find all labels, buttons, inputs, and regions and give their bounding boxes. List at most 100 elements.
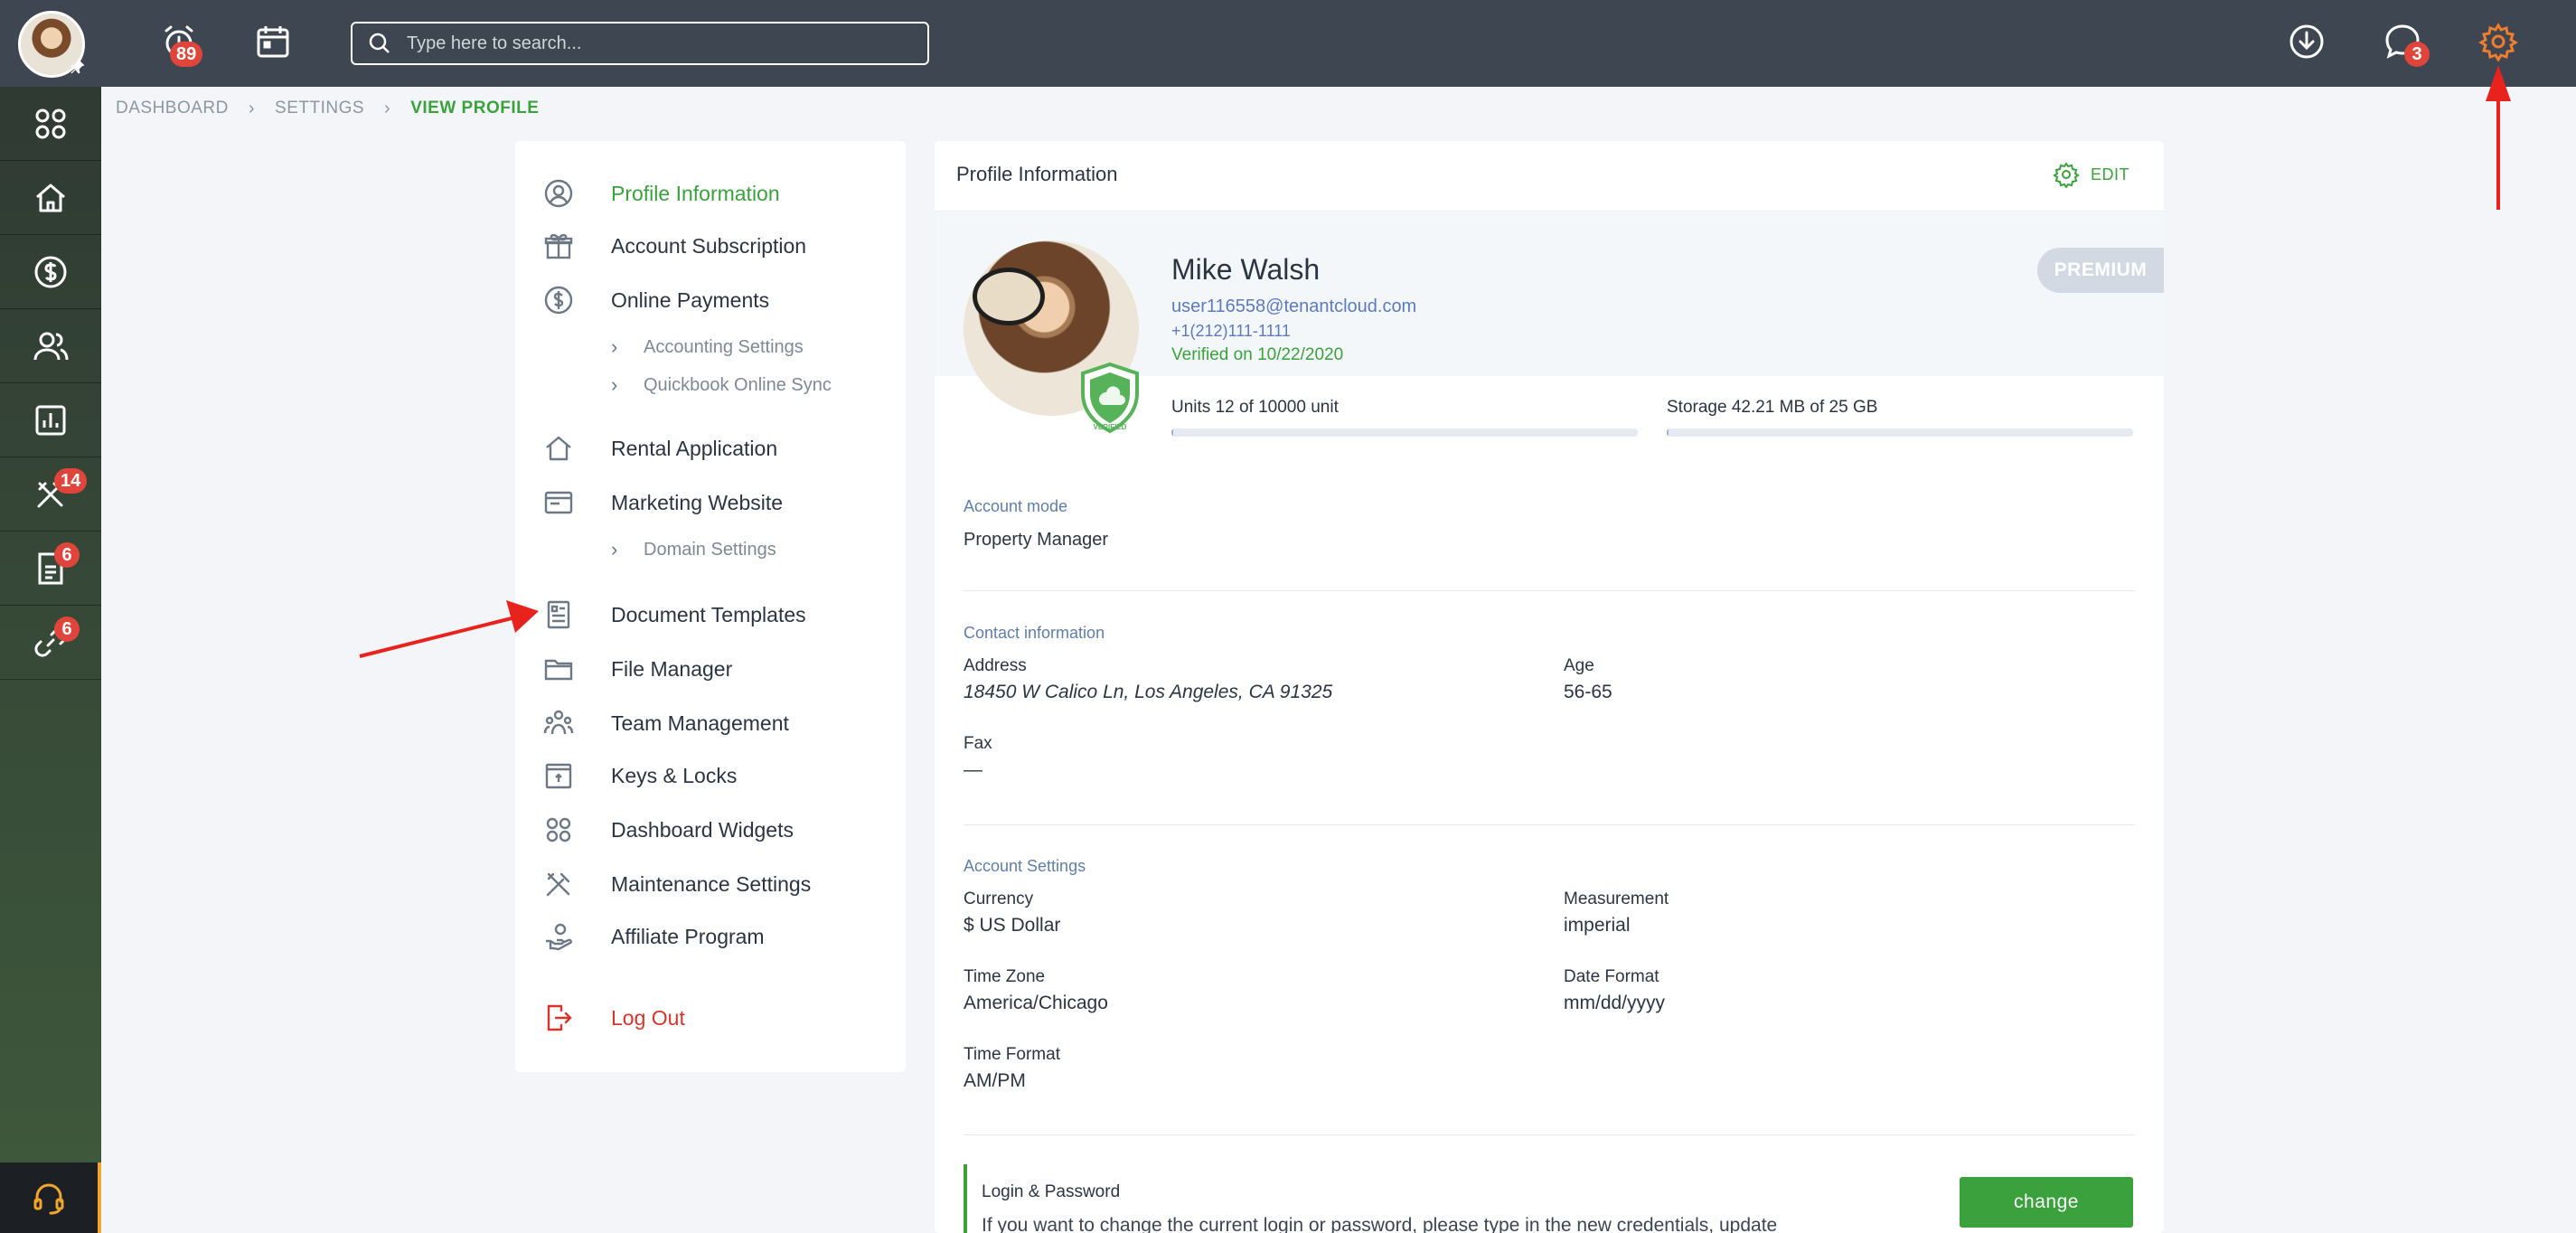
browser-window-icon: [544, 491, 573, 514]
rail-payments[interactable]: [0, 235, 101, 309]
profile-email[interactable]: user116558@tenantcloud.com: [1171, 296, 1416, 317]
grid-icon: [35, 108, 66, 138]
edit-button[interactable]: EDIT: [2053, 161, 2129, 188]
nav-rental-application[interactable]: Rental Application: [515, 430, 906, 466]
gift-icon: [544, 233, 573, 259]
rail-maintenance[interactable]: 14: [0, 457, 101, 532]
bar-chart-icon: [35, 405, 66, 435]
nav-maintenance-settings[interactable]: Maintenance Settings: [515, 866, 906, 902]
chevron-right-icon: ›: [611, 335, 618, 358]
rail-documents[interactable]: 6: [0, 532, 101, 606]
breadcrumb-settings[interactable]: SETTINGS: [275, 99, 364, 118]
messages-button[interactable]: 3: [2379, 18, 2430, 67]
breadcrumb-dashboard[interactable]: DASHBOARD: [116, 99, 229, 118]
nav-document-templates[interactable]: Document Templates: [515, 597, 906, 633]
nav-keys-locks[interactable]: Keys & Locks: [515, 758, 906, 794]
user-circle-icon: [544, 179, 573, 208]
rail-people[interactable]: [0, 309, 101, 383]
address-label: Address: [964, 656, 1027, 675]
measurement-value: imperial: [1564, 915, 1631, 936]
units-progress: [1171, 428, 1638, 437]
settings-button[interactable]: [2475, 18, 2522, 65]
age-value: 56-65: [1564, 682, 1612, 702]
nav-team-management[interactable]: Team Management: [515, 705, 906, 741]
hand-coin-icon: [546, 923, 573, 951]
chevron-right-icon: ›: [611, 538, 618, 560]
storage-label: Storage 42.21 MB of 25 GB: [1667, 398, 1878, 417]
fax-value: —: [964, 759, 982, 780]
search-input[interactable]: Type here to search...: [351, 22, 929, 65]
time-format-label: Time Format: [964, 1045, 1060, 1064]
nav-file-manager[interactable]: File Manager: [515, 651, 906, 687]
breadcrumb-separator: ›: [248, 98, 256, 118]
address-value: 18450 W Calico Ln, Los Angeles, CA 91325: [964, 682, 1333, 702]
storage-progress-fill: [1667, 428, 1669, 437]
headset-icon: [33, 1183, 64, 1215]
links-badge: 6: [54, 616, 80, 642]
download-button[interactable]: [2283, 18, 2330, 65]
dollar-circle-icon: [34, 256, 67, 287]
rail-properties[interactable]: [0, 161, 101, 235]
nav-dashboard-widgets[interactable]: Dashboard Widgets: [515, 812, 906, 848]
login-password-section: Login & Password If you want to change t…: [964, 1164, 2135, 1233]
chevron-right-icon: ›: [611, 373, 618, 396]
age-label: Age: [1564, 656, 1594, 675]
rail-reports[interactable]: [0, 383, 101, 457]
home-icon: [546, 436, 571, 461]
nav-profile-information[interactable]: Profile Information: [515, 175, 906, 212]
shield-label: VERIFIED: [1094, 423, 1127, 431]
card-title: Profile Information: [956, 163, 1118, 185]
timezone-label: Time Zone: [964, 967, 1046, 986]
fax-label: Fax: [964, 734, 992, 753]
maintenance-badge: 14: [54, 468, 88, 494]
breadcrumb: DASHBOARD › SETTINGS › VIEW PROFILE: [116, 94, 539, 123]
rail-links[interactable]: 6: [0, 606, 101, 680]
arrow-to-document-templates: [359, 600, 539, 658]
settings-nav: Profile Information Account Subscription…: [515, 141, 906, 1072]
reminders-button[interactable]: 89: [155, 18, 203, 67]
documents-badge: 6: [54, 542, 80, 568]
measurement-label: Measurement: [1564, 889, 1669, 908]
pin-icon: [69, 58, 89, 78]
profile-name: Mike Walsh: [1171, 253, 1321, 286]
login-description: If you want to change the current login …: [982, 1215, 1778, 1233]
nav-affiliate-program[interactable]: Affiliate Program: [515, 918, 906, 955]
rail-dashboard[interactable]: [0, 87, 101, 161]
arrow-to-settings: [2486, 65, 2511, 210]
users-icon: [33, 332, 69, 360]
profile-phone[interactable]: +1(212)111-1111: [1171, 322, 1291, 341]
cloud-download-icon: [2289, 24, 2324, 59]
support-button[interactable]: [0, 1162, 101, 1233]
nav-online-payments[interactable]: Online Payments: [515, 282, 906, 318]
account-mode-value: Property Manager: [964, 530, 1109, 550]
currency-value: $ US Dollar: [964, 915, 1061, 936]
dollar-circle-icon: [544, 286, 573, 315]
date-format-label: Date Format: [1564, 967, 1659, 986]
document-template-icon: [547, 600, 570, 629]
nav-log-out[interactable]: Log Out: [515, 1000, 906, 1036]
team-icon: [543, 710, 574, 735]
key-box-icon: [545, 763, 572, 789]
units-progress-fill: [1171, 428, 1173, 437]
calendar-button[interactable]: [249, 18, 296, 65]
tools-icon: [546, 872, 570, 897]
units-label: Units 12 of 10000 unit: [1171, 398, 1339, 417]
time-format-value: AM/PM: [964, 1070, 1026, 1091]
divider: [964, 824, 2135, 825]
timezone-value: America/Chicago: [964, 993, 1108, 1013]
edit-label: EDIT: [2090, 165, 2129, 184]
nav-account-subscription[interactable]: Account Subscription: [515, 228, 906, 264]
user-avatar[interactable]: [18, 11, 85, 78]
profile-card: Profile Information EDIT VERIFIED Mike W…: [935, 141, 2164, 1233]
breadcrumb-view-profile: VIEW PROFILE: [410, 99, 540, 118]
nav-marketing-website[interactable]: Marketing Website: [515, 485, 906, 521]
search-icon: [369, 33, 390, 53]
gear-icon: [2478, 23, 2518, 61]
profile-card-header: Profile Information EDIT: [935, 141, 2164, 212]
search-placeholder: Type here to search...: [407, 33, 582, 53]
hat-shape: [973, 268, 1045, 325]
change-credentials-button[interactable]: change: [1960, 1177, 2133, 1228]
calendar-icon: [257, 26, 289, 58]
left-rail: 14 6 6: [0, 87, 101, 1233]
verified-date: Verified on 10/22/2020: [1171, 345, 1344, 364]
